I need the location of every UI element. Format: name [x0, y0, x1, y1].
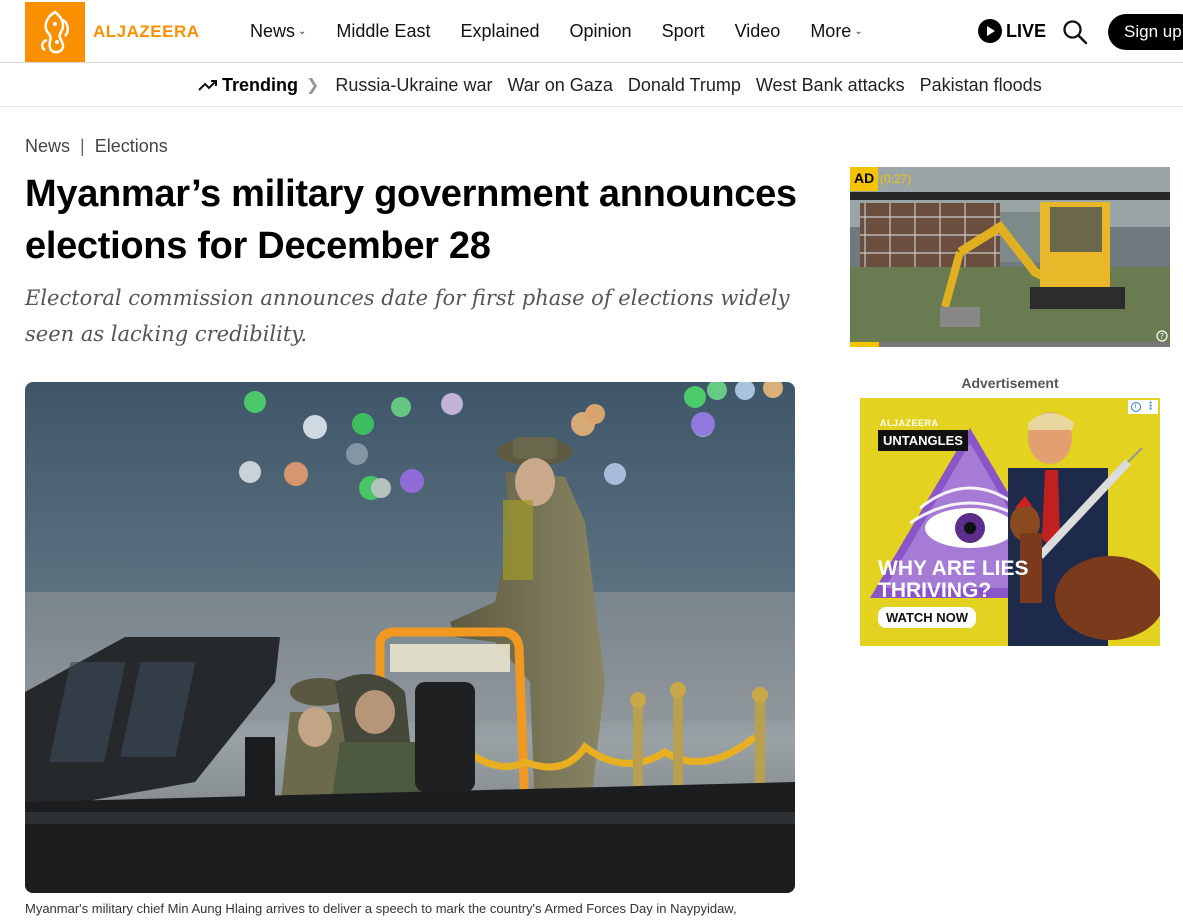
- hero-photo: [25, 382, 795, 893]
- nav-opinion[interactable]: Opinion: [570, 21, 632, 42]
- trending-link-trump[interactable]: Donald Trump: [628, 75, 741, 96]
- search-icon[interactable]: [1062, 19, 1088, 45]
- promo-tag: UNTANGLES: [878, 430, 968, 451]
- trending-label: Trending: [198, 75, 298, 96]
- breadcrumb-elections[interactable]: Elections: [95, 136, 168, 157]
- site-header: ALJAZEERA News ⌄ Middle East Explained Op…: [0, 0, 1183, 63]
- nav-more[interactable]: More ⌄: [810, 21, 862, 42]
- sign-up-button[interactable]: Sign up: [1108, 14, 1183, 50]
- trending-list: Trending ❯ Russia-Ukraine war War on Gaz…: [198, 63, 1057, 107]
- nav-news[interactable]: News ⌄: [250, 21, 306, 42]
- video-ad-frame: [850, 167, 1170, 347]
- chevron-down-icon: ⌄: [854, 26, 863, 37]
- main-nav: News ⌄ Middle East Explained Opinion Spor…: [250, 0, 893, 63]
- promo-headline: WHY ARE LIES THRIVING?: [878, 558, 1029, 602]
- nav-sport[interactable]: Sport: [662, 21, 705, 42]
- article-subhead: Electoral commission announces date for …: [25, 286, 790, 346]
- trending-link-pakistan-floods[interactable]: Pakistan floods: [920, 75, 1042, 96]
- ad-badge: AD: [850, 167, 879, 191]
- promo-headline-line2: THRIVING?: [878, 579, 992, 602]
- trending-link-gaza[interactable]: War on Gaza: [507, 75, 612, 96]
- promo-brand: ALJAZEERA: [880, 418, 939, 428]
- breadcrumb-separator: |: [80, 136, 85, 156]
- chevron-right-icon: ❯: [306, 77, 320, 94]
- nav-opinion-label: Opinion: [569, 21, 632, 41]
- ad-info-icon[interactable]: ?: [1156, 330, 1168, 342]
- nav-more-label: More: [810, 21, 852, 41]
- promo-headline-line1: WHY ARE LIES: [878, 557, 1029, 580]
- live-label: LIVE: [1006, 20, 1047, 41]
- nav-video-label: Video: [734, 21, 781, 41]
- nav-video[interactable]: Video: [735, 21, 781, 42]
- trending-up-icon: [198, 80, 217, 91]
- play-icon: [978, 19, 1002, 43]
- breadcrumb-news[interactable]: News: [25, 136, 70, 157]
- video-progress-track: [850, 342, 1170, 347]
- article-headline: Myanmar’s military government announces …: [25, 173, 797, 267]
- aljazeera-logo-icon: [41, 10, 69, 54]
- video-ad[interactable]: AD (0:27) ?: [850, 167, 1170, 347]
- image-caption: Myanmar's military chief Min Aung Hlaing…: [25, 901, 737, 916]
- nav-explained-label: Explained: [460, 21, 540, 41]
- hero-image: [25, 382, 795, 893]
- more-options-icon: ⋮: [1145, 401, 1156, 412]
- nav-explained[interactable]: Explained: [460, 21, 539, 42]
- trending-link-west-bank[interactable]: West Bank attacks: [756, 75, 905, 96]
- trending-bar: Trending ❯ Russia-Ukraine war War on Gaz…: [0, 63, 1183, 107]
- logo-wordmark[interactable]: ALJAZEERA: [93, 22, 200, 42]
- nav-middle-east-label: Middle East: [336, 21, 431, 41]
- trending-label-text: Trending: [222, 74, 298, 95]
- promo-cta-button[interactable]: WATCH NOW: [878, 607, 977, 628]
- aljazeera-logo[interactable]: [25, 2, 85, 62]
- breadcrumb: News | Elections: [25, 136, 168, 157]
- advertisement-label: Advertisement: [961, 375, 1059, 391]
- chevron-down-icon: ⌄: [298, 26, 307, 37]
- ad-countdown: (0:27): [880, 172, 912, 186]
- trending-link-russia-ukraine[interactable]: Russia-Ukraine war: [335, 75, 492, 96]
- promo-ad[interactable]: ALJAZEERA UNTANGLES WHY ARE LIES THRIVIN…: [860, 398, 1160, 646]
- nav-news-label: News: [250, 21, 296, 41]
- live-button[interactable]: LIVE: [978, 19, 1046, 43]
- info-icon: i: [1130, 402, 1141, 412]
- nav-sport-label: Sport: [661, 21, 705, 41]
- video-progress-bar: [850, 342, 879, 347]
- svg-text:?: ?: [1160, 332, 1164, 341]
- nav-middle-east[interactable]: Middle East: [336, 21, 430, 42]
- adchoices-badge[interactable]: i ⋮: [1128, 400, 1158, 414]
